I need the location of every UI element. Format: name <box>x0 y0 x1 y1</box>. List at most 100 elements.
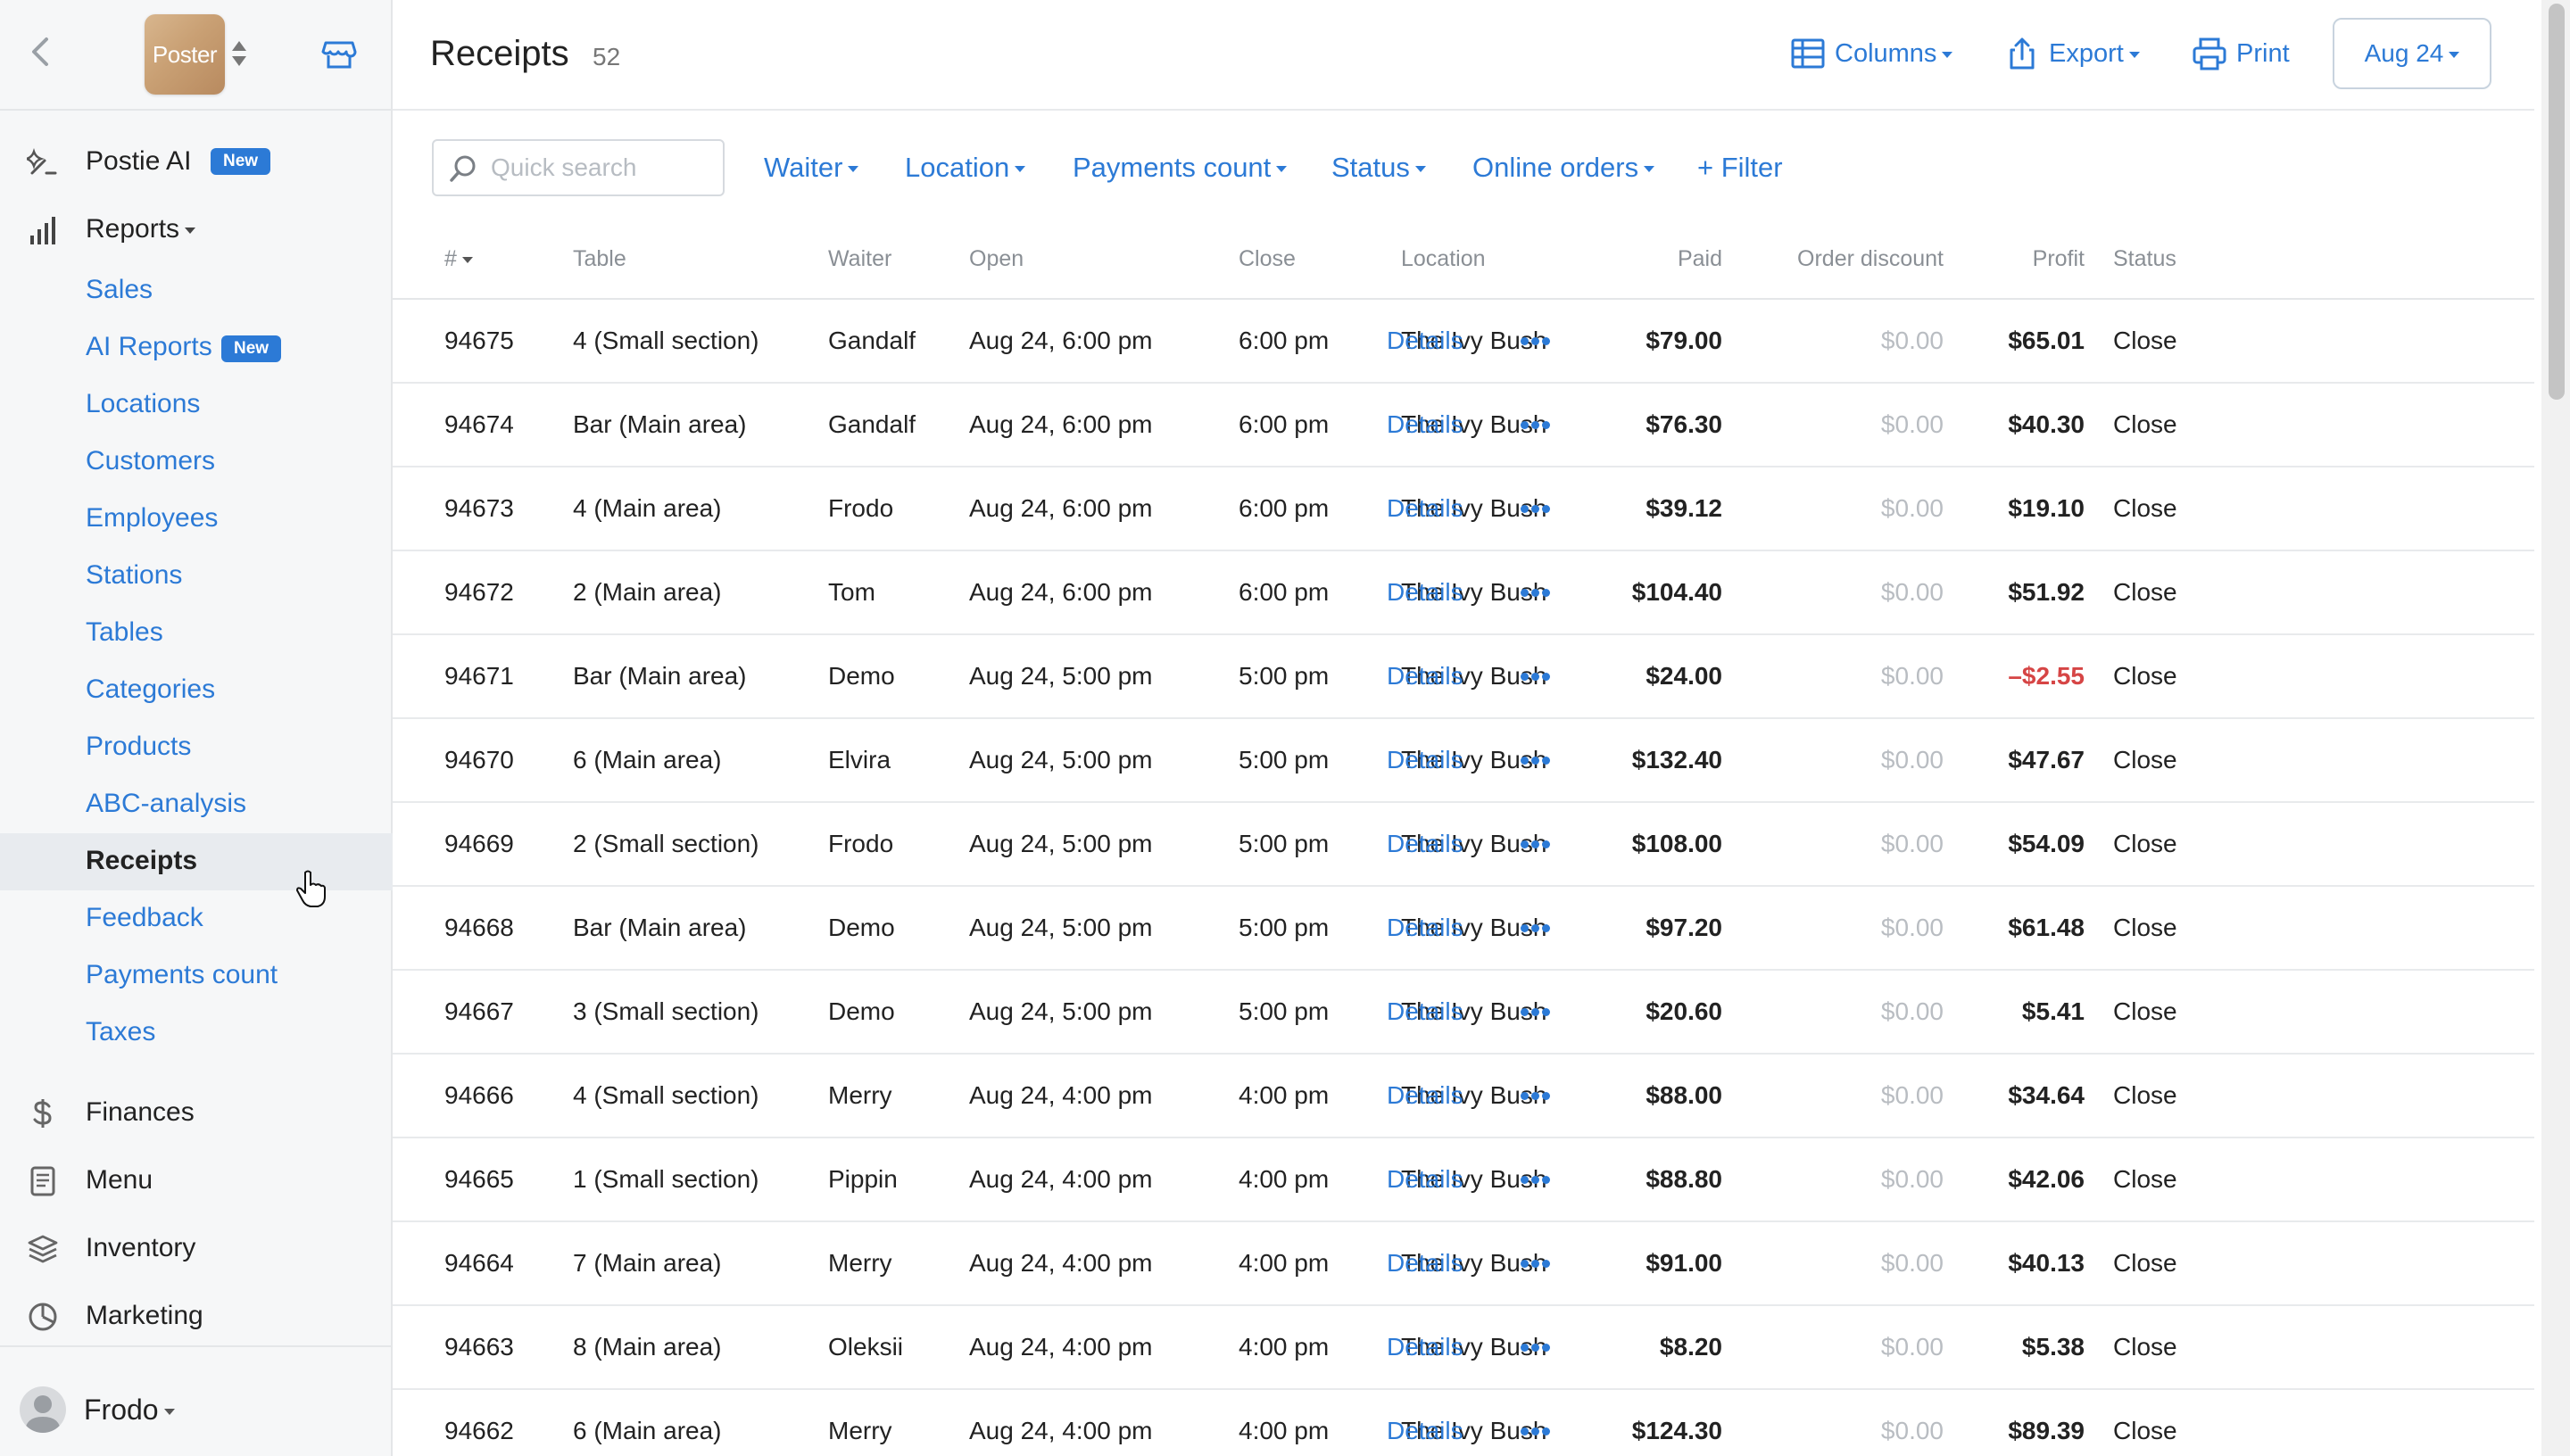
column-header-table[interactable]: Table <box>573 246 626 272</box>
sidebar-item-customers[interactable]: Customers <box>0 434 393 491</box>
sidebar-item-categories[interactable]: Categories <box>0 662 393 719</box>
filter-status[interactable]: Status <box>1331 152 1426 184</box>
chevron-left-icon[interactable] <box>25 34 57 70</box>
cell-id: 94664 <box>444 1249 514 1277</box>
nav-postie-ai[interactable]: Postie AI New <box>0 130 393 194</box>
table-row[interactable]: 94668 Bar (Main area) Demo Aug 24, 5:00 pm 5… <box>393 887 2534 971</box>
column-header-status[interactable]: Status <box>2113 246 2176 272</box>
filter-payments-count[interactable]: Payments count <box>1073 152 1288 184</box>
column-header-waiter[interactable]: Waiter <box>828 246 891 272</box>
dot <box>1542 757 1550 765</box>
sidebar-item-label: Sales <box>86 275 153 304</box>
more-options-icon[interactable] <box>1521 1344 1551 1354</box>
details-link[interactable]: Details <box>1387 494 1463 523</box>
details-link[interactable]: Details <box>1387 1249 1463 1278</box>
column-header-open[interactable]: Open <box>969 246 1024 272</box>
more-options-icon[interactable] <box>1521 1008 1551 1019</box>
details-link[interactable]: Details <box>1387 578 1463 607</box>
more-options-icon[interactable] <box>1521 1092 1551 1103</box>
table-row[interactable]: 94667 3 (Small section) Demo Aug 24, 5:00 p… <box>393 971 2534 1055</box>
store-icon[interactable] <box>321 36 357 71</box>
table-row[interactable]: 94674 Bar (Main area) Gandalf Aug 24, 6:00 … <box>393 384 2534 467</box>
more-options-icon[interactable] <box>1521 337 1551 348</box>
table-row[interactable]: 94663 8 (Main area) Oleksii Aug 24, 4:00 pm… <box>393 1306 2534 1390</box>
logo[interactable]: Poster <box>145 14 225 95</box>
table-row[interactable]: 94671 Bar (Main area) Demo Aug 24, 5:00 pm 5… <box>393 635 2534 719</box>
filter-location[interactable]: Location <box>905 152 1026 184</box>
sidebar-item-stations[interactable]: Stations <box>0 548 393 605</box>
details-link[interactable]: Details <box>1387 1165 1463 1194</box>
quick-search[interactable] <box>432 139 725 196</box>
column-header-paid[interactable]: Paid <box>1615 246 1722 272</box>
filter-online-orders[interactable]: Online orders <box>1472 152 1655 184</box>
table-row[interactable]: 94666 4 (Small section) Merry Aug 24, 4:00 … <box>393 1055 2534 1138</box>
table-row[interactable]: 94672 2 (Main area) Tom Aug 24, 6:00 pm 6:00… <box>393 551 2534 635</box>
filter-waiter[interactable]: Waiter <box>764 152 859 184</box>
details-link[interactable]: Details <box>1387 830 1463 858</box>
sidebar-item-taxes[interactable]: Taxes <box>0 1005 393 1062</box>
sidebar-item-payments-count[interactable]: Payments count <box>0 947 393 1005</box>
sidebar-item-label: Receipts <box>86 846 198 875</box>
sidebar-item-tables[interactable]: Tables <box>0 605 393 662</box>
more-options-icon[interactable] <box>1521 1427 1551 1438</box>
sidebar-item-feedback[interactable]: Feedback <box>0 890 393 947</box>
column-header-profit[interactable]: Profit <box>1820 246 2085 272</box>
sidebar-item-sales[interactable]: Sales <box>0 262 393 319</box>
sort-arrows-icon[interactable] <box>230 39 248 68</box>
details-link[interactable]: Details <box>1387 662 1463 691</box>
cell-id: 94673 <box>444 494 514 522</box>
more-options-icon[interactable] <box>1521 757 1551 767</box>
sidebar-item-locations[interactable]: Locations <box>0 376 393 434</box>
table-row[interactable]: 94670 6 (Main area) Elvira Aug 24, 5:00 pm 5… <box>393 719 2534 803</box>
cell-profit: $65.01 <box>2008 327 2085 354</box>
more-options-icon[interactable] <box>1521 1260 1551 1270</box>
details-link[interactable]: Details <box>1387 1081 1463 1110</box>
details-link[interactable]: Details <box>1387 914 1463 942</box>
more-options-icon[interactable] <box>1521 840 1551 851</box>
scrollbar[interactable] <box>2541 0 2570 1456</box>
export-label: Export <box>2049 39 2140 69</box>
more-options-icon[interactable] <box>1521 589 1551 600</box>
table-row[interactable]: 94669 2 (Small section) Frodo Aug 24, 5:00 … <box>393 803 2534 887</box>
user-menu[interactable]: Frodo <box>0 1345 393 1456</box>
sidebar-item-ai-reports[interactable]: AI Reports New <box>0 319 393 376</box>
nav-inventory[interactable]: Inventory <box>0 1217 393 1281</box>
table-row[interactable]: 94665 1 (Small section) Pippin Aug 24, 4:00… <box>393 1138 2534 1222</box>
table-row[interactable]: 94675 4 (Small section) Gandalf Aug 24, 6:0… <box>393 300 2534 384</box>
sidebar-item-receipts[interactable]: Receipts <box>0 833 393 890</box>
nav-reports[interactable]: Reports <box>0 198 393 262</box>
cell-table: Bar (Main area) <box>573 410 747 438</box>
sidebar-item-products[interactable]: Products <box>0 719 393 776</box>
table-row[interactable]: 94662 6 (Main area) Merry Aug 24, 4:00 pm 4:… <box>393 1390 2534 1456</box>
add-filter-button[interactable]: + Filter <box>1697 152 1783 184</box>
more-options-icon[interactable] <box>1521 421 1551 432</box>
date-range-button[interactable]: Aug 24 <box>2333 18 2491 89</box>
details-link[interactable]: Details <box>1387 327 1463 355</box>
sidebar-item-employees[interactable]: Employees <box>0 491 393 548</box>
scrollbar-thumb[interactable] <box>2549 4 2565 400</box>
nav-finances[interactable]: Finances <box>0 1081 393 1146</box>
chevron-down-icon <box>2128 51 2140 58</box>
column-header-close[interactable]: Close <box>1239 246 1296 272</box>
sidebar-item-abc-analysis[interactable]: ABC-analysis <box>0 776 393 833</box>
table-row[interactable]: 94673 4 (Main area) Frodo Aug 24, 6:00 pm 6:… <box>393 467 2534 551</box>
more-options-icon[interactable] <box>1521 673 1551 683</box>
details-link[interactable]: Details <box>1387 1333 1463 1361</box>
more-options-icon[interactable] <box>1521 505 1551 516</box>
new-badge: New <box>221 335 282 362</box>
column-header-location[interactable]: Location <box>1401 246 1486 272</box>
search-input[interactable] <box>491 150 714 186</box>
cell-waiter: Demo <box>828 997 895 1025</box>
sidebar-item-label: Taxes <box>86 1017 156 1046</box>
nav-marketing[interactable]: Marketing <box>0 1285 393 1349</box>
more-options-icon[interactable] <box>1521 1176 1551 1187</box>
nav-menu[interactable]: Menu <box>0 1149 393 1213</box>
details-link[interactable]: Details <box>1387 746 1463 774</box>
sidebar: Poster Postie AI New Reports Sales AI Re… <box>0 0 393 1456</box>
details-link[interactable]: Details <box>1387 1417 1463 1445</box>
details-link[interactable]: Details <box>1387 997 1463 1026</box>
more-options-icon[interactable] <box>1521 924 1551 935</box>
table-row[interactable]: 94664 7 (Main area) Merry Aug 24, 4:00 pm 4:… <box>393 1222 2534 1306</box>
details-link[interactable]: Details <box>1387 410 1463 439</box>
column-header-id[interactable]: # <box>444 246 473 272</box>
